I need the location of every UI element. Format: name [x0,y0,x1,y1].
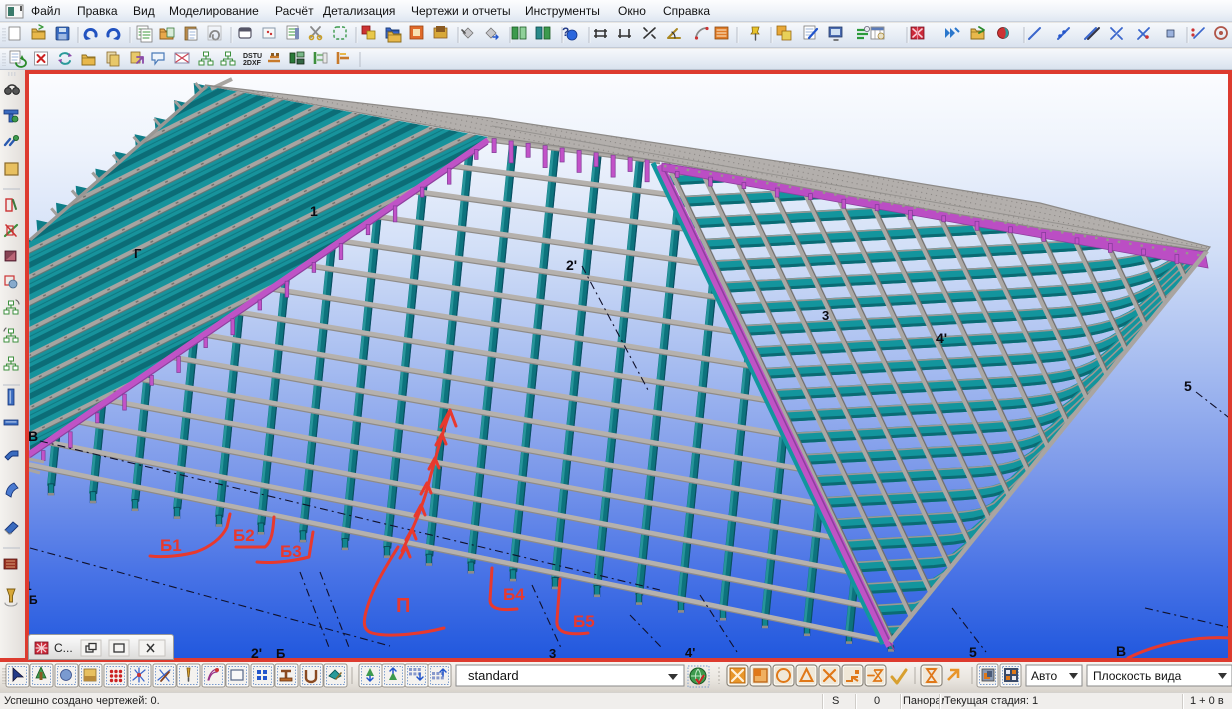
svg-text:Авто: Авто [1031,669,1057,683]
svg-text:Г: Г [134,246,142,261]
svg-text:4': 4' [685,645,695,660]
svg-text:Б1: Б1 [160,536,182,555]
svg-text:DSTU: DSTU [243,53,262,60]
svg-text:standard: standard [468,668,519,683]
svg-text:В: В [28,428,38,444]
svg-text:4': 4' [936,330,947,346]
svg-text:2DXF: 2DXF [243,60,262,67]
svg-text:3: 3 [822,308,829,323]
svg-text:Б2: Б2 [233,526,255,545]
svg-text:В: В [1116,643,1126,659]
svg-text:Б4: Б4 [503,585,525,604]
svg-text:2': 2' [566,257,577,273]
svg-text:Б3: Б3 [280,542,302,561]
svg-text:Б5: Б5 [573,612,595,631]
svg-text:Б: Б [29,593,38,607]
svg-text:5: 5 [969,644,977,660]
svg-text:1: 1 [310,203,318,219]
svg-text:С...: С... [54,641,73,655]
svg-text:5: 5 [1184,378,1192,394]
svg-text:П: П [396,595,410,617]
svg-text:Плоскость вида: Плоскость вида [1093,669,1182,683]
